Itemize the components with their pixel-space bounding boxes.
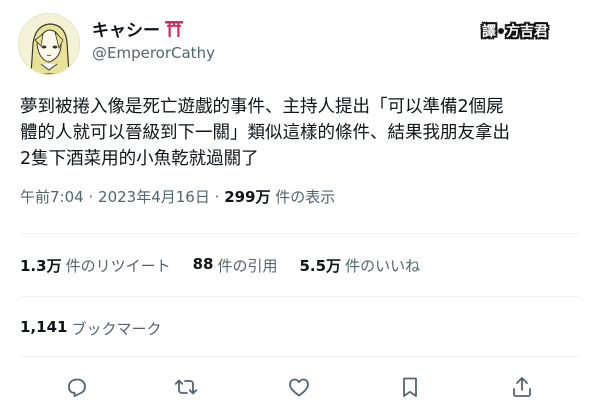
share-icon bbox=[513, 377, 531, 397]
share-button[interactable] bbox=[508, 373, 536, 401]
retweet-button[interactable] bbox=[172, 373, 200, 401]
author-display-name[interactable]: キャシー bbox=[92, 16, 160, 41]
engagement-stats: 1.3万 件のリツイート 88 件の引用 5.5万 件のいいね bbox=[20, 255, 442, 276]
avatar[interactable] bbox=[18, 13, 80, 75]
author-name-row[interactable]: キャシー bbox=[92, 16, 184, 41]
heart-icon bbox=[289, 378, 309, 397]
watermark-right-text: 方吉君 bbox=[506, 24, 548, 40]
like-button[interactable] bbox=[285, 373, 313, 401]
bookmarks-count: 1,141 bbox=[20, 318, 68, 336]
reply-icon bbox=[68, 378, 86, 397]
bookmarks-label: ブックマーク bbox=[71, 320, 162, 338]
author-handle[interactable]: @EmperorCathy bbox=[92, 44, 215, 62]
meta-separator-2: · bbox=[214, 188, 220, 206]
bookmark-icon bbox=[403, 377, 417, 397]
retweets-stat[interactable]: 1.3万 件のリツイート bbox=[20, 255, 171, 276]
likes-stat[interactable]: 5.5万 件のいいね bbox=[299, 255, 420, 276]
tweet-date[interactable]: 2023年4月16日 bbox=[98, 188, 210, 206]
reply-button[interactable] bbox=[63, 373, 91, 401]
meta-separator: · bbox=[88, 188, 94, 206]
quotes-label: 件の引用 bbox=[217, 257, 278, 275]
retweet-icon bbox=[174, 379, 198, 395]
tweet-card: キャシー @EmperorCathy 譯 方吉君 夢到被捲入像是死亡遊戲的事件、… bbox=[0, 0, 598, 415]
quotes-count: 88 bbox=[192, 255, 214, 273]
tweet-time[interactable]: 午前7:04 bbox=[20, 188, 84, 206]
bookmark-button[interactable] bbox=[396, 373, 424, 401]
tweet-text: 夢到被捲入像是死亡遊戲的事件、主持人提出「可以準備2個屍 體的人就可以晉級到下一… bbox=[20, 97, 510, 169]
likes-count: 5.5万 bbox=[299, 257, 342, 275]
divider bbox=[20, 296, 580, 297]
action-bar bbox=[0, 369, 598, 405]
divider bbox=[20, 356, 580, 357]
watermark-dot bbox=[498, 28, 504, 34]
watermark-left-text: 譯 bbox=[482, 24, 496, 40]
anime-girl-avatar-icon bbox=[19, 14, 79, 74]
bookmarks-stat: 1,141 ブックマーク bbox=[20, 318, 161, 339]
translator-watermark: 譯 方吉君 bbox=[482, 21, 548, 41]
divider bbox=[20, 233, 580, 234]
retweets-count: 1.3万 bbox=[20, 257, 62, 275]
retweets-label: 件のリツイート bbox=[65, 257, 171, 275]
tweet-meta: 午前7:04 · 2023年4月16日 · 299万 件の表示 bbox=[20, 186, 335, 207]
likes-label: 件のいいね bbox=[345, 257, 421, 275]
views-count: 299万 bbox=[224, 188, 271, 206]
quotes-stat[interactable]: 88 件の引用 bbox=[193, 255, 278, 276]
torii-gate-icon bbox=[164, 20, 184, 38]
views-label: 件の表示 bbox=[275, 188, 336, 206]
